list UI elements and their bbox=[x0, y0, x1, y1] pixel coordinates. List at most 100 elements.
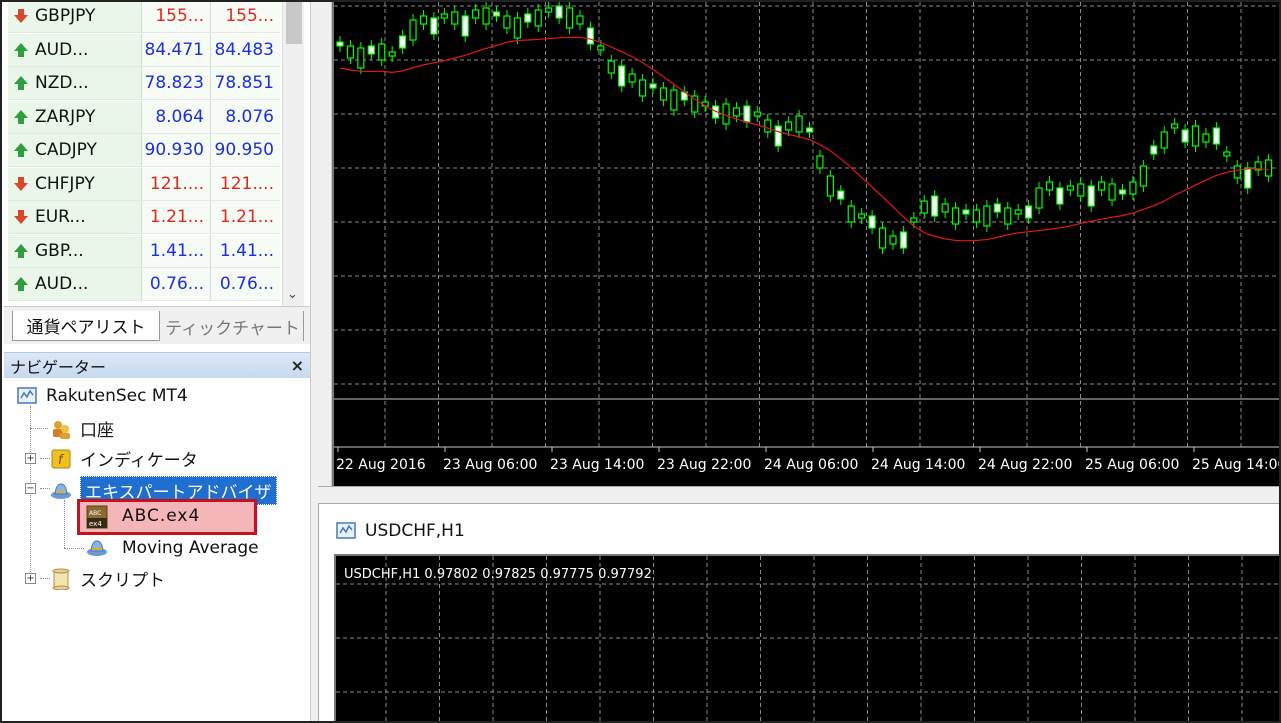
tree-root-label: RakutenSec MT4 bbox=[46, 386, 188, 406]
x-tick-label: 22 Aug 2016 bbox=[336, 457, 426, 473]
candle-body bbox=[1056, 187, 1064, 205]
candle-body bbox=[993, 203, 1001, 213]
symbol-cell: CADJPY bbox=[8, 134, 142, 166]
candle-body bbox=[920, 200, 928, 214]
symbol-name: CHFJPY bbox=[35, 173, 95, 194]
candle-body bbox=[1212, 127, 1221, 145]
candle-body bbox=[607, 60, 615, 74]
symbol-cell: NZD... bbox=[8, 67, 142, 99]
candle-body bbox=[398, 35, 407, 49]
expand-icon[interactable]: + bbox=[25, 453, 36, 464]
bid-price: 0.76... bbox=[142, 268, 211, 300]
symbol-name: AUD... bbox=[35, 274, 89, 294]
tree-root[interactable]: RakutenSec MT4 bbox=[16, 385, 188, 407]
market-watch-row[interactable]: GBPJPY 155... 155... bbox=[8, 2, 280, 33]
tree-item-abc-ex4-label: ABC.ex4 bbox=[122, 506, 201, 526]
market-watch-row[interactable]: ZARJPY 8.064 8.076 bbox=[8, 100, 280, 134]
tree-item-moving-average-label: Moving Average bbox=[122, 538, 259, 558]
arrow-up-icon bbox=[14, 143, 28, 157]
usdchf-chart-canvas: USDCHF,H1 0.97802 0.97825 0.97775 0.9779… bbox=[336, 556, 1279, 721]
tree-line bbox=[64, 500, 65, 548]
candle-body bbox=[576, 15, 584, 25]
arrow-up-icon bbox=[14, 109, 28, 124]
candle-body bbox=[555, 5, 563, 19]
candle-body bbox=[1035, 187, 1043, 209]
bid-price: 8.064 bbox=[142, 100, 211, 133]
candle-body bbox=[931, 195, 939, 217]
x-tick-label: 24 Aug 14:00 bbox=[871, 457, 965, 473]
tree-item-indicators[interactable]: f インディケータ bbox=[50, 446, 198, 471]
symbol-name: GBP... bbox=[35, 240, 84, 261]
candle-body bbox=[962, 209, 970, 215]
tree-item-indicators-label: インディケータ bbox=[80, 451, 198, 471]
candle-body bbox=[1181, 129, 1189, 143]
candle-body bbox=[1129, 181, 1137, 195]
chevron-down-icon[interactable]: ⌄ bbox=[287, 287, 298, 302]
candle-body bbox=[482, 7, 490, 25]
bid-price: 90.930 bbox=[142, 134, 211, 166]
horizontal-splitter[interactable] bbox=[318, 486, 1279, 504]
candle-body bbox=[451, 11, 459, 25]
candle-body bbox=[670, 89, 678, 111]
market-watch-row[interactable]: CHFJPY 121.... 121.... bbox=[8, 167, 280, 201]
candle-body bbox=[878, 227, 887, 249]
bid-price: 155... bbox=[142, 2, 211, 32]
chart-window-title-text: USDCHF,H1 bbox=[365, 521, 465, 541]
ask-price: 0.76... bbox=[211, 268, 280, 300]
expert-hat-icon bbox=[50, 480, 72, 502]
tree-item-scripts[interactable]: スクリプト bbox=[50, 566, 165, 591]
tree-line bbox=[40, 578, 50, 579]
candle-body bbox=[440, 13, 448, 19]
ask-price: 84.483 bbox=[211, 33, 280, 66]
candle-body bbox=[847, 205, 855, 223]
symbol-cell: AUD... bbox=[8, 268, 142, 300]
arrow-down-icon bbox=[14, 210, 28, 224]
main-chart[interactable]: 22 Aug 2016 23 Aug 06:00 23 Aug 14:00 23 Au… bbox=[332, 2, 1279, 486]
candle-body bbox=[785, 121, 793, 131]
tab-tick-chart[interactable]: ティックチャート bbox=[162, 311, 304, 341]
tree-line bbox=[40, 458, 50, 459]
ask-price: 1.21... bbox=[211, 201, 280, 233]
script-scroll-icon bbox=[50, 568, 72, 590]
symbol-cell: EUR... bbox=[8, 201, 142, 233]
scrollbar-thumb[interactable] bbox=[286, 2, 302, 44]
candle-body bbox=[565, 7, 574, 29]
candle-body bbox=[910, 217, 918, 223]
candle-body bbox=[1077, 183, 1085, 197]
collapse-icon[interactable]: − bbox=[25, 483, 36, 494]
symbol-name: AUD... bbox=[35, 39, 89, 60]
market-watch-row[interactable]: CADJPY 90.930 90.950 bbox=[8, 134, 280, 167]
market-watch-row[interactable]: EUR... 1.21... 1.21... bbox=[8, 201, 280, 234]
tree-item-abc-ex4[interactable]: ABC ex4 ABC.ex4 bbox=[86, 505, 201, 529]
candle-body bbox=[492, 11, 501, 17]
candle-body bbox=[628, 73, 636, 83]
file-icon-top-text: ABC bbox=[89, 510, 101, 517]
market-watch-row[interactable]: AUD... 84.471 84.483 bbox=[8, 33, 280, 67]
chart-window-title: USDCHF,H1 bbox=[335, 520, 465, 542]
market-watch-panel: GBPJPY 155... 155... AUD... 84.471 84.483 NZD.… bbox=[4, 2, 304, 306]
symbol-name: EUR... bbox=[35, 207, 86, 227]
candle-body bbox=[597, 45, 605, 51]
candle-body bbox=[357, 47, 365, 69]
usdchf-chart[interactable]: USDCHF,H1 0.97802 0.97825 0.97775 0.9779… bbox=[334, 554, 1279, 721]
bid-price: 1.41... bbox=[142, 234, 211, 267]
candle-body bbox=[336, 41, 344, 47]
market-watch-row[interactable]: AUD... 0.76... 0.76... bbox=[8, 268, 280, 301]
tree-item-moving-average[interactable]: Moving Average bbox=[86, 537, 259, 559]
symbol-name: NZD... bbox=[35, 73, 89, 93]
candle-body bbox=[1045, 181, 1054, 191]
bid-price: 78.823 bbox=[142, 67, 211, 99]
candle-body bbox=[1118, 189, 1127, 195]
close-icon[interactable]: × bbox=[291, 356, 304, 375]
market-watch-scrollbar[interactable]: ⌄ bbox=[282, 2, 304, 306]
file-icon-bottom-text: ex4 bbox=[89, 520, 102, 528]
candle-body bbox=[545, 7, 553, 13]
symbol-cell: AUD... bbox=[8, 33, 142, 66]
market-watch-row[interactable]: GBP... 1.41... 1.41... bbox=[8, 234, 280, 268]
candle-body bbox=[346, 45, 355, 59]
tree-item-accounts[interactable]: 口座 bbox=[50, 416, 114, 441]
expand-icon[interactable]: + bbox=[25, 573, 36, 584]
tab-symbols[interactable]: 通貨ペアリスト bbox=[12, 311, 160, 341]
market-watch-row[interactable]: NZD... 78.823 78.851 bbox=[8, 67, 280, 100]
candle-body bbox=[461, 15, 469, 37]
